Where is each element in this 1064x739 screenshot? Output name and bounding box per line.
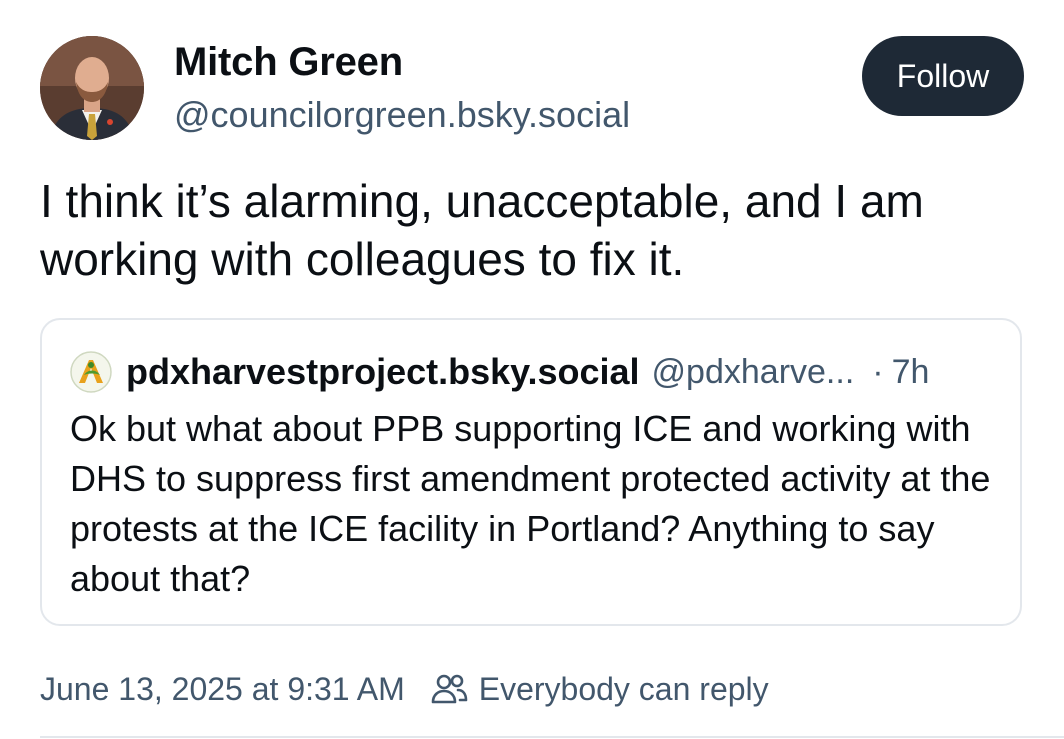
profile-photo-icon [40, 36, 144, 140]
people-icon [429, 671, 469, 707]
quoted-author-name[interactable]: pdxharvestproject.bsky.social [126, 351, 640, 393]
reply-setting: Everybody can reply [478, 670, 769, 707]
post-timestamp: June 13, 2025 at 9:31 AM [40, 670, 405, 707]
quoted-author-handle[interactable]: @pdxharve... [652, 353, 855, 392]
quoted-post-card[interactable]: pdxharvestproject.bsky.social @pdxharve.… [40, 318, 1022, 626]
post-thread-item: Mitch Green @councilorgreen.bsky.social … [0, 0, 1064, 739]
follow-button[interactable]: Follow [862, 36, 1024, 116]
author-name[interactable]: Mitch Green [174, 40, 403, 85]
author-handle[interactable]: @councilorgreen.bsky.social [174, 94, 630, 136]
quoted-post-text: Ok but what about PPB supporting ICE and… [70, 408, 991, 599]
author-avatar[interactable] [40, 36, 144, 140]
separator-dot: · [872, 352, 884, 391]
quoted-post-time[interactable]: 7h [892, 353, 930, 392]
post-text: I think it’s alarming, unacceptable, and… [40, 175, 924, 285]
quoted-post-header: pdxharvestproject.bsky.social @pdxharve.… [70, 350, 1000, 394]
harvest-logo-icon[interactable] [70, 351, 112, 393]
post-meta: June 13, 2025 at 9:31 AM Everybody can r… [40, 668, 769, 710]
divider [40, 736, 1064, 738]
